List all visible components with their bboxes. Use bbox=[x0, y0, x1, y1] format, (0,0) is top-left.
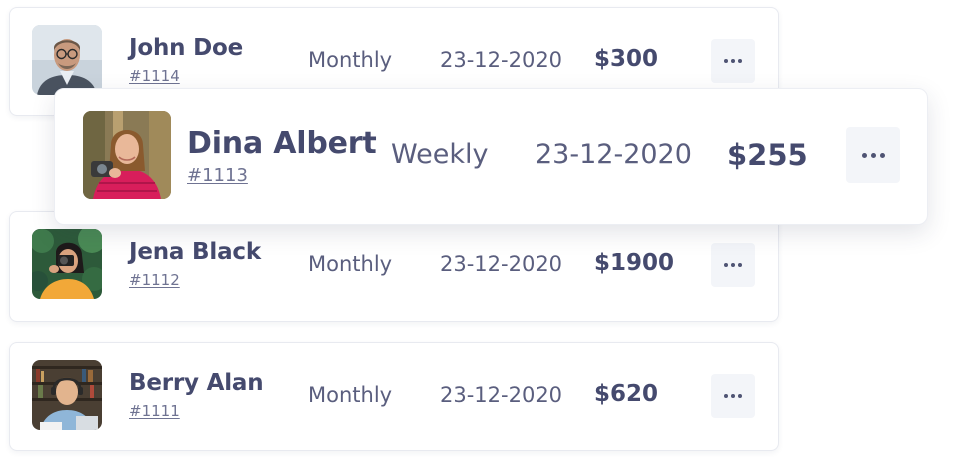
transaction-amount: $300 bbox=[594, 46, 659, 72]
billing-frequency: Weekly bbox=[391, 139, 489, 170]
more-options-button[interactable] bbox=[711, 374, 755, 418]
transaction-date: 23-12-2020 bbox=[440, 252, 563, 276]
customer-name: Jena Black bbox=[129, 239, 261, 265]
billing-frequency: Monthly bbox=[308, 252, 393, 276]
avatar bbox=[32, 360, 102, 430]
avatar bbox=[83, 111, 171, 199]
transaction-card-dina-albert: Dina Albert #1113 Weekly 23-12-2020 $255 bbox=[54, 88, 928, 225]
more-horizontal-icon bbox=[724, 263, 742, 267]
transaction-date: 23-12-2020 bbox=[535, 139, 692, 170]
transaction-date: 23-12-2020 bbox=[440, 48, 563, 72]
more-options-button[interactable] bbox=[711, 39, 755, 83]
transaction-amount: $620 bbox=[594, 381, 659, 407]
billing-frequency: Monthly bbox=[308, 383, 393, 407]
avatar bbox=[32, 229, 102, 299]
billing-frequency: Monthly bbox=[308, 48, 393, 72]
customer-name: Dina Albert bbox=[187, 126, 377, 161]
more-options-button[interactable] bbox=[711, 243, 755, 287]
order-id-link[interactable]: #1113 bbox=[187, 165, 248, 186]
transaction-date: 23-12-2020 bbox=[440, 383, 563, 407]
more-horizontal-icon bbox=[861, 152, 885, 158]
customer-name: John Doe bbox=[129, 35, 244, 61]
order-id-link[interactable]: #1114 bbox=[129, 67, 180, 85]
order-id-link[interactable]: #1112 bbox=[129, 271, 180, 289]
transaction-amount: $1900 bbox=[594, 250, 675, 276]
avatar bbox=[32, 25, 102, 95]
transaction-amount: $255 bbox=[727, 138, 808, 172]
more-horizontal-icon bbox=[724, 394, 742, 398]
transaction-card-berry-alan: Berry Alan #1111 Monthly 23-12-2020 $620 bbox=[9, 342, 779, 451]
transaction-card-jena-black: Jena Black #1112 Monthly 23-12-2020 $190… bbox=[9, 211, 779, 322]
more-options-button[interactable] bbox=[846, 127, 900, 183]
order-id-link[interactable]: #1111 bbox=[129, 402, 180, 420]
customer-name: Berry Alan bbox=[129, 370, 264, 396]
more-horizontal-icon bbox=[724, 59, 742, 63]
